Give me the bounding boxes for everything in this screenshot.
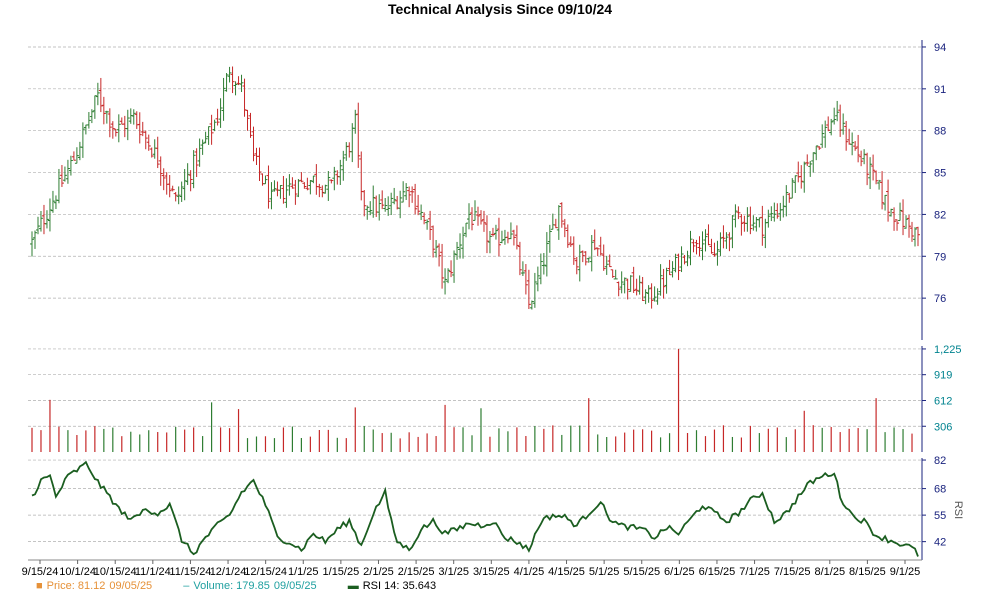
x-tick-label: 4/1/25 — [514, 566, 545, 578]
x-tick-label: 5/15/25 — [623, 566, 660, 578]
x-tick-label: 2/1/25 — [363, 566, 394, 578]
legend-price-marker: ■ — [36, 580, 43, 592]
legend-volume-label: Volume: 179.85 — [193, 580, 270, 592]
rsi-axis-label: RSI — [952, 501, 964, 519]
price-tick-label: 79 — [934, 251, 946, 263]
legend-price-date: 09/05/25 — [109, 580, 153, 592]
x-tick-label: 12/1/24 — [210, 566, 247, 578]
legend-rsi-label: RSI 14: 35.643 — [362, 580, 437, 592]
x-tick-label: 12/15/24 — [244, 566, 287, 578]
chart-svg: 76 79 82 85 88 91 94 306 612 919 1,225 42 55 68 82 RSI 9… — [22, 40, 964, 578]
x-tick-label: 3/1/25 — [438, 566, 469, 578]
rsi-tick-label: 82 — [934, 455, 946, 467]
price-tick-label: 82 — [934, 209, 946, 221]
legend-rsi: ▬ RSI 14: 35.643 — [348, 580, 450, 592]
x-tick-label: 11/1/24 — [135, 566, 171, 578]
technical-chart: Technical Analysis Since 09/10/24 76 79 82… — [0, 0, 1000, 600]
x-tick-label: 7/1/25 — [739, 566, 770, 578]
legend-rsi-marker: ▬ — [347, 580, 359, 592]
x-tick-label: 6/15/25 — [699, 566, 736, 578]
x-tick-label: 7/15/25 — [774, 566, 811, 578]
x-tick-label: 8/15/25 — [849, 566, 886, 578]
rsi-tick-label: 68 — [934, 484, 946, 496]
x-tick-label: 9/15/24 — [22, 566, 59, 578]
legend-price: ■ Price: 81.12 09/05/25 — [36, 580, 169, 592]
price-tick-label: 91 — [934, 84, 946, 96]
x-tick-label: 10/1/24 — [59, 566, 96, 578]
volume-tick-label: 306 — [934, 421, 952, 433]
legend-price-label: Price: 81.12 — [46, 580, 106, 592]
price-tick-label: 76 — [934, 293, 946, 305]
x-tick-label: 1/1/25 — [288, 566, 319, 578]
legend-volume: – Volume: 179.85 09/05/25 — [183, 580, 333, 592]
volume-tick-label: 1,225 — [934, 344, 962, 356]
price-tick-label: 85 — [934, 168, 946, 180]
x-tick-label: 3/15/25 — [473, 566, 510, 578]
chart-legend: ■ Price: 81.12 09/05/25 – Volume: 179.85 09/… — [36, 580, 464, 592]
x-tick-label: 11/15/24 — [169, 566, 211, 578]
volume-tick-label: 612 — [934, 396, 952, 408]
volume-tick-label: 919 — [934, 370, 952, 382]
x-tick-label: 4/15/25 — [548, 566, 585, 578]
rsi-tick-label: 42 — [934, 537, 946, 549]
rsi-line — [31, 460, 919, 557]
x-tick-label: 1/15/25 — [323, 566, 360, 578]
legend-volume-date: 09/05/25 — [273, 580, 317, 592]
x-tick-label: 9/1/25 — [890, 566, 921, 578]
price-tick-label: 94 — [934, 42, 946, 54]
rsi-tick-label: 55 — [934, 510, 946, 522]
price-tick-label: 88 — [934, 126, 946, 138]
x-tick-label: 10/15/24 — [94, 566, 137, 578]
x-tick-label: 2/15/25 — [398, 566, 435, 578]
x-tick-label: 8/1/25 — [814, 566, 845, 578]
x-tick-label: 6/1/25 — [664, 566, 695, 578]
x-tick-label: 5/1/25 — [589, 566, 620, 578]
legend-volume-marker: – — [183, 580, 190, 592]
